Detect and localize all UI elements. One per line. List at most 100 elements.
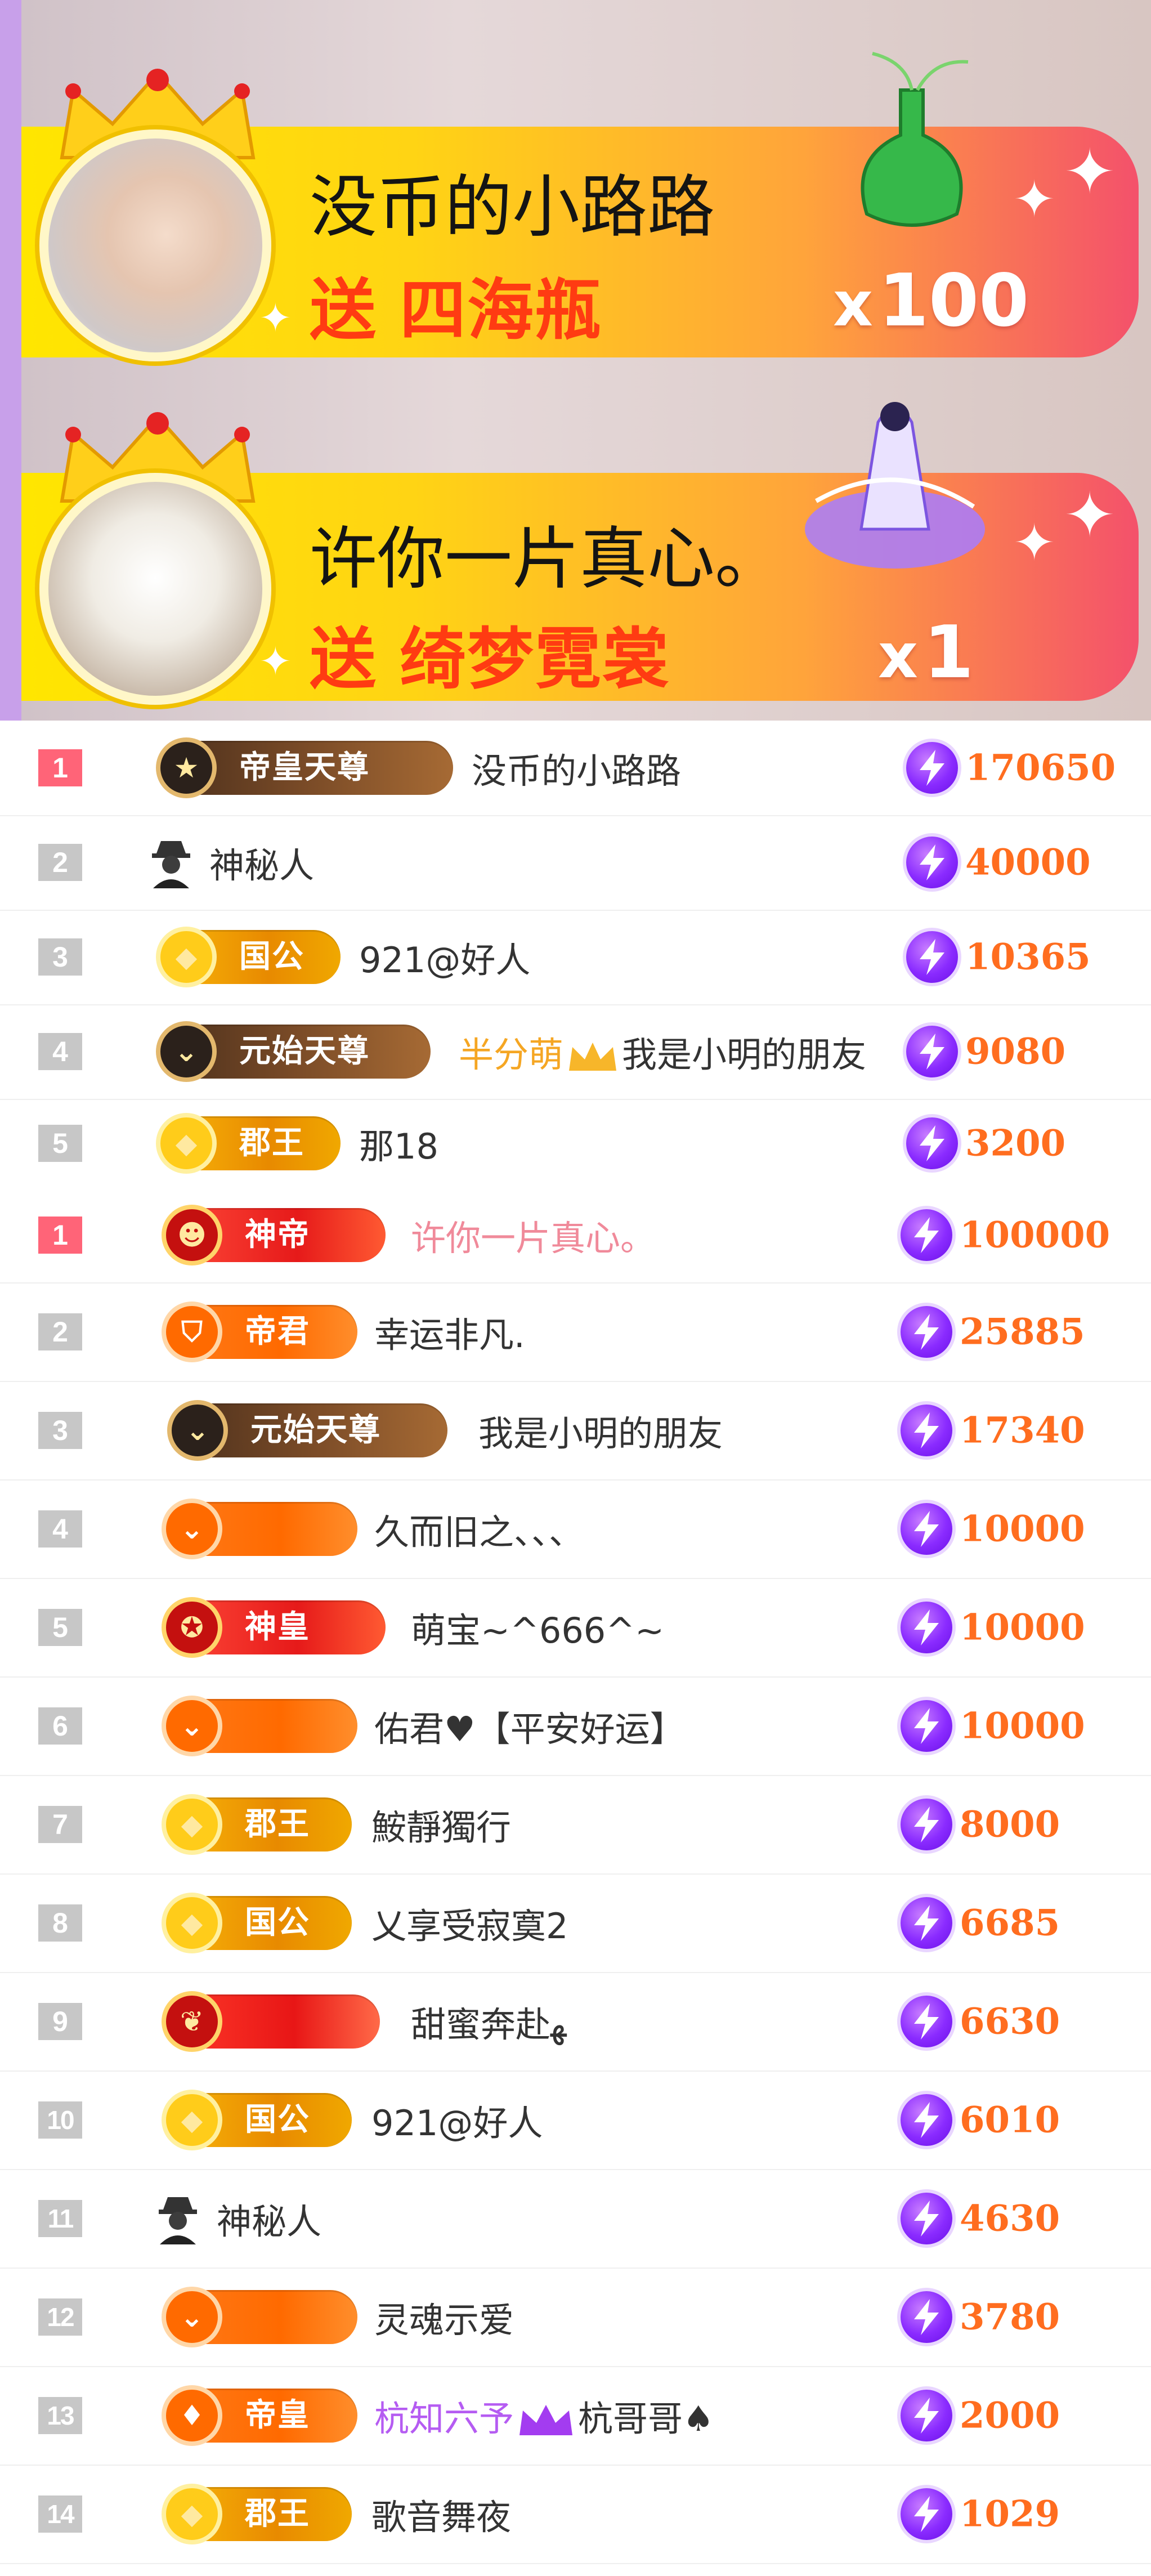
chevron-down-icon: ⌄ (156, 1021, 217, 1082)
list-item[interactable]: 12 ⌄ 灵魂示爱 3780 (0, 2268, 1151, 2367)
gift-verb: 送 (310, 620, 378, 698)
list-item[interactable]: 11 神秘人 4630 (0, 2169, 1151, 2269)
rank-number: 4 (38, 1510, 82, 1548)
lightning-currency-icon (901, 1700, 952, 1752)
user-name: 甜蜜奔赴ﻬ (411, 2003, 567, 2045)
user-name: 灵魂示爱 (374, 2299, 514, 2341)
list-item[interactable]: 14 ◆ 郡王 歌音舞夜 1029 (0, 2465, 1151, 2564)
score-value: 6010 (960, 2099, 1060, 2141)
sparkle-icon: ✦ (1064, 479, 1116, 551)
level-badge: ⛉ 帝君 (162, 1301, 357, 1362)
lightning-currency-icon (901, 1209, 952, 1261)
rank-number: 14 (38, 2495, 82, 2533)
gift-banner-2: 许你一片真心。 送绮梦霓裳 x1 ✦ ✦ ✦ (0, 388, 1151, 721)
skull-icon: ☻ (162, 1205, 222, 1265)
score-value: 100000 (960, 1214, 1110, 1256)
rank-number: 5 (38, 1608, 82, 1646)
gift-line: 送绮梦霓裳 (310, 605, 670, 701)
star-icon: ★ (156, 737, 217, 798)
rank-number: 1 (38, 1217, 82, 1254)
list-item[interactable]: 2 ⛉ 帝君 幸运非凡. 25885 (0, 1282, 1151, 1382)
user-name: 萌宝~^666^~ (411, 1609, 665, 1651)
rank-number: 2 (38, 844, 82, 881)
list-item[interactable]: 6 ⌄ 佑君♥【平安好运】 10000 (0, 1676, 1151, 1776)
fan-club-label: 半分萌 (459, 1034, 564, 1075)
sparkle-icon: ✦ (1064, 136, 1116, 208)
list-item[interactable]: 3 ◆ 国公 921@好人 10365 (0, 910, 1151, 1005)
crest-icon: ✪ (162, 1596, 222, 1658)
rank-number: 11 (38, 2199, 82, 2237)
fan-club-label: 杭知六予 (374, 2398, 514, 2439)
score-value: 10000 (960, 1606, 1085, 1648)
lightning-currency-icon (901, 1404, 952, 1456)
rank-number: 3 (38, 1411, 82, 1449)
user-name: 歌音舞夜 (371, 2496, 512, 2538)
fairy-icon (805, 402, 985, 569)
score-value: 2000 (960, 2394, 1060, 2436)
rank-number: 3 (38, 938, 82, 976)
gift-name: 绮梦霓裳 (400, 620, 670, 698)
level-badge: ◆ 郡王 (162, 2483, 352, 2544)
gift-count: x100 (833, 259, 1029, 343)
sender-name: 没币的小路路 (310, 168, 715, 247)
diamond-icon: ◆ (162, 1892, 222, 1953)
diamond-icon: ◆ (156, 927, 217, 987)
level-badge: ⌄ 元始天尊 (167, 1399, 447, 1461)
level-badge: ♦ 帝皇 (162, 2385, 357, 2446)
list-item[interactable]: 1 ★ 帝皇天尊 没币的小路路 170650 (0, 721, 1151, 816)
level-badge: ⌄ (162, 1695, 357, 1756)
score-value: 9080 (965, 1030, 1066, 1073)
sparkle-icon: ✦ (259, 638, 292, 685)
lightning-currency-icon (901, 1995, 952, 2047)
list-item[interactable]: 5 ◆ 郡王 那18 3200 (0, 1099, 1151, 1188)
gift-verb: 送 (310, 271, 378, 349)
sender-avatar[interactable] (39, 473, 271, 705)
user-name: 乂享受寂寞2 (371, 1905, 568, 1947)
user-name: 久而旧之、、、 (374, 1511, 584, 1553)
sender-avatar[interactable] (39, 129, 271, 361)
rank-number: 4 (38, 1033, 82, 1070)
list-item[interactable]: 4 ⌄ 元始天尊 半分萌 我是小明的朋友 9080 (0, 1004, 1151, 1100)
user-name: 神秘人 (217, 2201, 322, 2242)
lightning-currency-icon (901, 1502, 952, 1555)
score-value: 40000 (965, 841, 1091, 884)
lightning-currency-icon (906, 837, 958, 888)
list-item[interactable]: 4 ⌄ 久而旧之、、、 10000 (0, 1479, 1151, 1579)
level-badge: ◆ 郡王 (156, 1113, 341, 1174)
gift-banner-1: 没币的小路路 送四海瓶 x100 ✦ ✦ ✦ (0, 0, 1151, 388)
user-name: 半分萌 我是小明的朋友 (459, 1034, 867, 1075)
score-value: 3200 (965, 1122, 1066, 1165)
list-item[interactable]: 10 ◆ 国公 921@好人 6010 (0, 2070, 1151, 2170)
level-badge: ◆ 郡王 (162, 1794, 352, 1855)
lightning-currency-icon (901, 2488, 952, 2540)
list-item[interactable]: 3 ⌄ 元始天尊 我是小明的朋友 17340 (0, 1381, 1151, 1481)
level-badge: ⌄ 元始天尊 (156, 1021, 431, 1082)
user-name: 鮟靜獨行 (371, 1806, 512, 1848)
shield-icon: ⛉ (162, 1301, 222, 1362)
rank-number: 9 (38, 2002, 82, 2040)
diamond-icon: ◆ (162, 2483, 222, 2544)
score-value: 8000 (960, 1803, 1060, 1845)
lightning-currency-icon (901, 2192, 952, 2244)
lightning-currency-icon (901, 2094, 952, 2146)
list-item[interactable]: 5 ✪ 神皇 萌宝~^666^~ 10000 (0, 1578, 1151, 1678)
list-item[interactable]: 8 ◆ 国公 乂享受寂寞2 6685 (0, 1873, 1151, 1973)
mystery-user-icon (152, 841, 190, 888)
user-name: 那18 (359, 1126, 438, 1167)
list-item[interactable]: 2 神秘人 40000 (0, 815, 1151, 911)
lightning-currency-icon (901, 1601, 952, 1653)
level-badge: ❦ (162, 1991, 380, 2052)
mystery-user-icon (159, 2197, 197, 2244)
gift-name: 四海瓶 (400, 271, 603, 349)
score-value: 25885 (960, 1311, 1085, 1353)
list-item[interactable]: 1 ☻ 神帝 许你一片真心。 100000 (0, 1188, 1151, 1283)
list-item[interactable]: 9 ❦ 甜蜜奔赴ﻬ 6630 (0, 1972, 1151, 2072)
rank-number: 1 (38, 749, 82, 786)
list-item[interactable]: 7 ◆ 郡王 鮟靜獨行 8000 (0, 1775, 1151, 1875)
score-value: 1029 (960, 2493, 1060, 2535)
list-item[interactable]: 13 ♦ 帝皇 杭知六予 杭哥哥♠ 2000 (0, 2366, 1151, 2466)
diamond-icon: ◆ (162, 2089, 222, 2150)
chevron-down-icon: ⌄ (162, 2286, 222, 2347)
user-name: 我是小明的朋友 (478, 1412, 723, 1454)
score-value: 17340 (960, 1409, 1085, 1451)
